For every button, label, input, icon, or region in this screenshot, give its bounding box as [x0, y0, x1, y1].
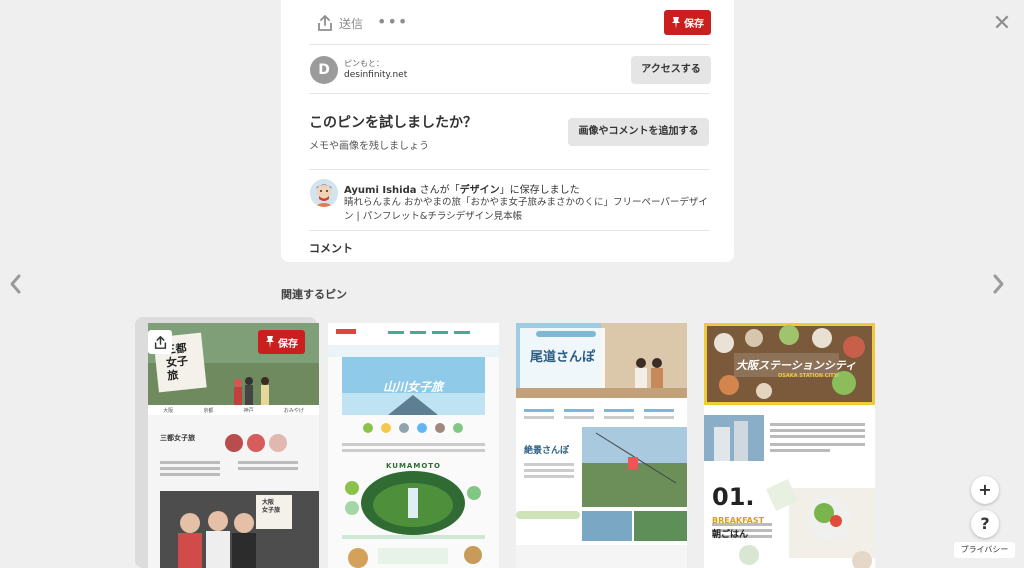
divider — [309, 44, 709, 45]
source-domain[interactable]: desinfinity.net — [344, 70, 407, 80]
divider — [309, 93, 709, 94]
source-label: ピンもと： — [344, 59, 384, 68]
privacy-button[interactable]: プライバシー — [954, 542, 1015, 558]
board-name[interactable]: デザイン — [460, 185, 500, 196]
divider — [309, 230, 709, 231]
pin-title: 尾道さんぽ — [530, 350, 596, 365]
saved-by-text: Ayumi Ishida さんが「デザイン」に保存しました — [344, 181, 580, 196]
next-pin-arrow-icon[interactable] — [988, 270, 1008, 298]
source-avatar[interactable]: D — [310, 56, 338, 84]
pin-icon — [266, 336, 274, 348]
help-button[interactable]: ? — [971, 510, 999, 538]
pin-label: 朝ごはん — [712, 530, 749, 540]
pin-label: BREAKFAST — [712, 516, 765, 525]
related-pin-card[interactable]: 山川女子旅 KUMAMOTO — [328, 323, 499, 568]
pin-save-button[interactable]: 保存 — [258, 330, 305, 354]
pin-source-row: D ピンもと： desinfinity.net アクセスする — [309, 50, 711, 90]
pin-detail-card: 送信 ••• 保存 D ピンもと： desinfinity.net アクセスする… — [281, 0, 734, 262]
add-button[interactable]: + — [971, 476, 999, 504]
pin-nav-item: 神戸 — [243, 408, 254, 414]
pin-title: 山川女子旅 — [382, 380, 443, 394]
saved-action-prefix: さんが「 — [416, 185, 460, 196]
pin-toolbar: 送信 ••• 保存 — [281, 0, 734, 44]
comments-heading: コメント — [309, 242, 353, 255]
share-icon — [318, 15, 332, 31]
send-label: 送信 — [339, 16, 364, 31]
pin-bottom-label: 大阪 女子旅 — [262, 499, 280, 515]
visit-site-button[interactable]: アクセスする — [631, 56, 711, 84]
related-pins-heading: 関連するピン — [281, 288, 347, 301]
divider — [309, 169, 709, 170]
related-pin-card[interactable]: 大阪ステーションシティ OSAKA STATION CITY 01. BREAK… — [704, 323, 875, 568]
share-icon — [154, 335, 166, 349]
save-button[interactable]: 保存 — [664, 10, 711, 35]
pin-bottom-label-line: 大阪 — [262, 499, 275, 506]
add-photo-button[interactable]: 画像やコメントを追加する — [568, 118, 709, 146]
avatar[interactable] — [310, 179, 338, 207]
pin-title: 大阪ステーションシティ — [736, 359, 857, 372]
pin-number: 01. — [712, 483, 755, 511]
pin-nav-item: 京都 — [203, 408, 214, 414]
pin-save-label: 保存 — [278, 338, 298, 350]
pin-bottom-label-line: 女子旅 — [262, 507, 281, 514]
previous-pin-arrow-icon[interactable] — [6, 270, 26, 298]
pin-nav-item: 大阪 — [163, 408, 174, 414]
close-icon[interactable]: ✕ — [990, 12, 1014, 36]
pin-subtitle: OSAKA STATION CITY — [778, 373, 838, 379]
related-pin-card[interactable]: 尾道さんぽ 絶景さんぽ — [516, 323, 687, 568]
save-label: 保存 — [684, 19, 704, 30]
send-button[interactable]: 送信 — [317, 12, 363, 34]
tried-subtitle: メモや画像を残しましょう — [309, 141, 429, 152]
pin-nav: 大阪 京都 神戸 おみやげ — [148, 407, 319, 414]
pin-subtitle: 絶景さんぽ — [524, 446, 570, 456]
pin-nav-item: おみやげ — [283, 408, 304, 414]
pin-description: 晴れらんまん おかやまの旅「おかやま女子旅みまさかのくに」フリーペーパーデザイン… — [344, 197, 708, 222]
related-pin-image — [328, 323, 499, 568]
pin-heading: 三都女子旅 — [160, 434, 195, 442]
related-pin-card[interactable]: 三都 女子旅 大阪 京都 神戸 おみやげ 三都女子旅 大阪 女子旅 — [148, 323, 319, 568]
saver-name[interactable]: Ayumi Ishida — [344, 185, 416, 196]
pin-title-line: 女子旅 — [165, 354, 189, 383]
pin-share-button[interactable] — [148, 330, 172, 354]
more-options-icon[interactable]: ••• — [377, 12, 407, 34]
tried-title: このピンを試しましたか？ — [309, 115, 477, 131]
saved-action-suffix: 」に保存しました — [499, 185, 580, 196]
pin-icon — [672, 16, 680, 29]
pin-city-label: KUMAMOTO — [385, 462, 441, 470]
